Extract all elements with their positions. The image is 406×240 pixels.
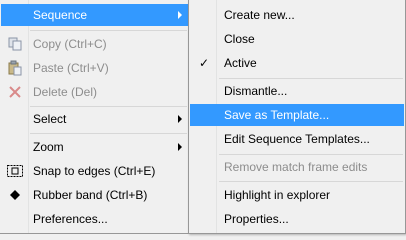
submenu-arrow-icon: [178, 143, 182, 151]
menu-item-close[interactable]: Close: [190, 28, 404, 50]
menu-separator: [219, 78, 403, 79]
checkmark-icon: ✓: [199, 56, 210, 70]
menu-item-create-new[interactable]: Create new...: [190, 4, 404, 26]
menu-item-properties[interactable]: Properties...: [190, 208, 404, 230]
menu-item-label: Copy (Ctrl+C): [33, 37, 107, 51]
menu-item-label: Remove match frame edits: [224, 160, 368, 174]
menu-item-zoom[interactable]: Zoom: [1, 136, 188, 158]
menu-item-copy[interactable]: Copy (Ctrl+C): [1, 33, 188, 55]
menu-item-label: Active: [224, 56, 257, 70]
menu-item-label: Delete (Del): [33, 85, 98, 99]
paste-icon: [8, 60, 22, 76]
menu-item-label: Sequence: [33, 8, 88, 22]
menu-item-label: Close: [224, 32, 255, 46]
menu-item-sequence[interactable]: Sequence: [1, 4, 188, 26]
menu-item-select[interactable]: Select: [1, 108, 188, 130]
rubber-band-icon: [10, 190, 20, 200]
menu-item-label: Select: [33, 112, 67, 126]
menu-separator: [219, 154, 403, 155]
menu-item-label: Zoom: [33, 140, 64, 154]
submenu-arrow-icon: [178, 11, 182, 19]
menu-item-label: Paste (Ctrl+V): [33, 61, 109, 75]
menu-item-label: Dismantle...: [224, 84, 288, 98]
delete-icon: [9, 86, 21, 98]
sequence-submenu: Create new... Close ✓ Active Dismantle..…: [188, 0, 406, 234]
menu-item-remove-match-frame-edits[interactable]: Remove match frame edits: [190, 156, 404, 178]
menu-item-preferences[interactable]: Preferences...: [1, 208, 188, 230]
menu-item-label: Save as Template...: [224, 108, 330, 122]
submenu-arrow-icon: [178, 115, 182, 123]
menu-separator: [30, 30, 187, 31]
menu-item-edit-sequence-templates[interactable]: Edit Sequence Templates...: [190, 128, 404, 150]
menu-item-active[interactable]: ✓ Active: [190, 52, 404, 74]
menu-item-rubber-band[interactable]: Rubber band (Ctrl+B): [1, 184, 188, 206]
menu-item-save-as-template[interactable]: Save as Template...: [190, 104, 404, 126]
menu-item-delete[interactable]: Delete (Del): [1, 81, 188, 103]
snap-edges-icon: [7, 165, 23, 177]
menu-item-label: Rubber band (Ctrl+B): [33, 188, 148, 202]
menu-item-label: Snap to edges (Ctrl+E): [33, 164, 156, 178]
menu-item-dismantle[interactable]: Dismantle...: [190, 80, 404, 102]
menu-item-paste[interactable]: Paste (Ctrl+V): [1, 57, 188, 79]
menu-separator: [30, 133, 187, 134]
menu-item-label: Highlight in explorer: [224, 188, 331, 202]
copy-icon: [8, 37, 22, 51]
menu-item-label: Preferences...: [33, 212, 108, 226]
context-menu: Sequence Copy (Ctrl+C) Paste (Ctrl+V) De…: [0, 0, 190, 234]
menu-item-label: Properties...: [224, 212, 289, 226]
menu-item-label: Create new...: [224, 8, 295, 22]
menu-separator: [30, 106, 187, 107]
menu-item-snap-to-edges[interactable]: Snap to edges (Ctrl+E): [1, 160, 188, 182]
menu-separator: [219, 181, 403, 182]
menu-item-label: Edit Sequence Templates...: [224, 132, 370, 146]
menu-item-highlight-in-explorer[interactable]: Highlight in explorer: [190, 184, 404, 206]
